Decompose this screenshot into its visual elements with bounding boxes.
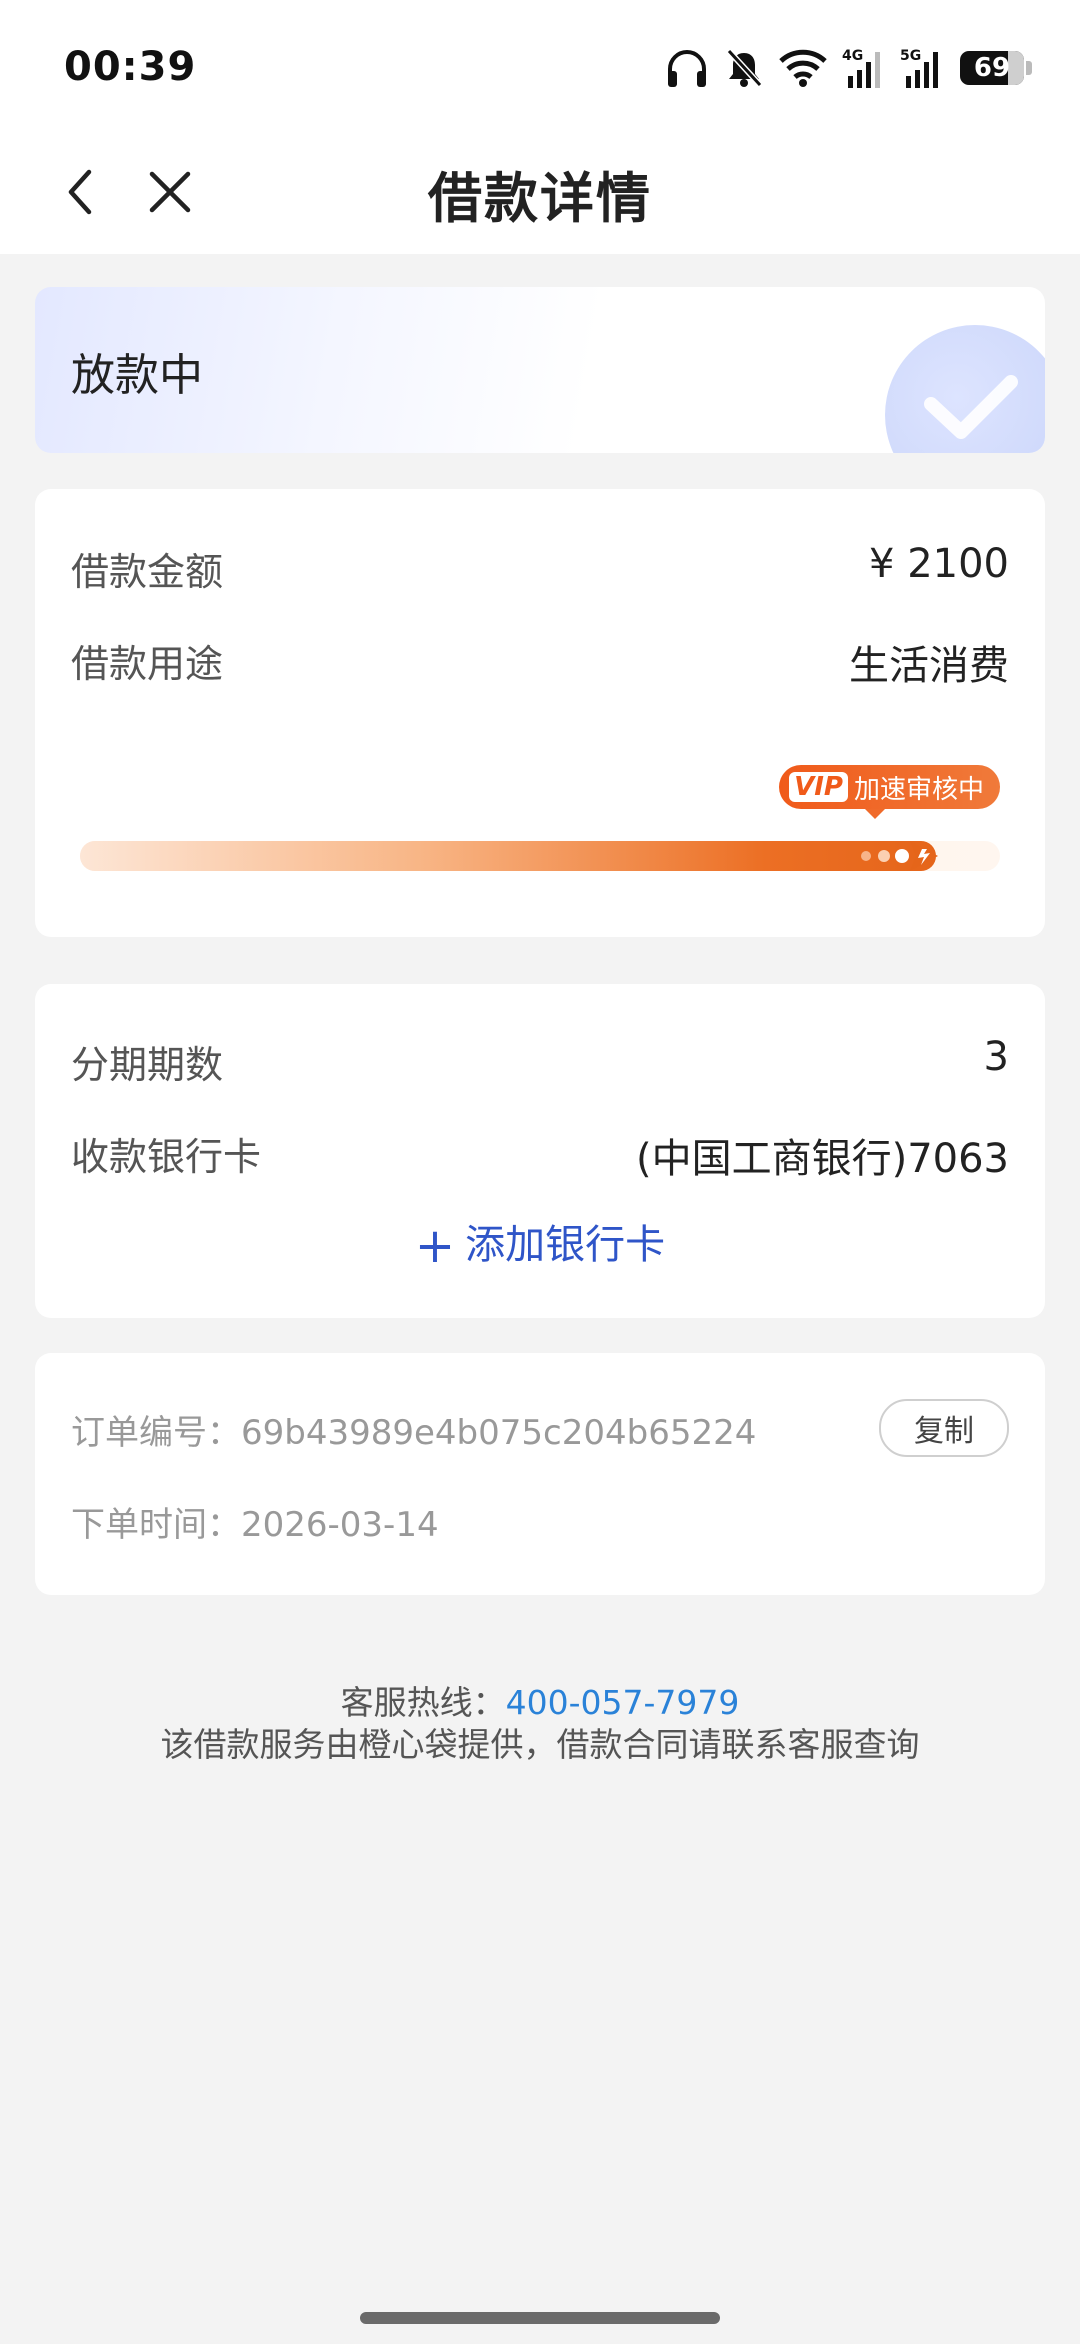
wifi-icon [779, 49, 827, 87]
loan-info-card: 借款金额 ¥ 2100 借款用途 生活消费 VIP 加速审核中 [35, 489, 1045, 937]
service-notice: 该借款服务由橙心袋提供，借款合同请联系客服查询 [160, 1725, 920, 1764]
loan-status-card: 放款中 [35, 287, 1045, 453]
svg-text:4G: 4G [842, 48, 863, 64]
add-bank-card-label: 添加银行卡 [465, 1222, 666, 1268]
battery-level: 69 [973, 53, 1011, 83]
vip-label: VIP [789, 772, 848, 802]
loan-status-text: 放款中 [71, 350, 203, 401]
vip-review-badge: VIP 加速审核中 [779, 765, 1000, 819]
status-bar: 00:39 4G 5G 69 [0, 0, 1080, 130]
signal-4g-icon: 4G [842, 48, 880, 88]
copy-button[interactable]: 复制 [879, 1399, 1009, 1457]
amount-label: 借款金额 [71, 550, 224, 594]
bank-card-value: (中国工商银行)7063 [635, 1136, 1009, 1182]
plus-icon: + [414, 1218, 456, 1274]
review-progress-bar [80, 841, 1000, 871]
order-info-card: 订单编号：69b43989e4b075c204b65224 复制 下单时间：20… [35, 1353, 1045, 1595]
bank-card-label: 收款银行卡 [71, 1135, 262, 1179]
hotline-label: 客服热线： [340, 1683, 506, 1722]
order-number-label: 订单编号： [71, 1413, 241, 1453]
status-icons: 4G 5G 69 [664, 44, 1032, 92]
order-time-label: 下单时间： [71, 1505, 241, 1545]
order-time-value: 2026-03-14 [241, 1505, 439, 1545]
hotline-number-link[interactable]: 400-057-7979 [506, 1683, 740, 1722]
installments-value: 3 [983, 1034, 1009, 1080]
hotline-row: 客服热线：400-057-7979 [0, 1682, 1080, 1724]
page-title: 借款详情 [428, 167, 652, 230]
headphones-icon [668, 50, 706, 87]
installments-label: 分期期数 [71, 1043, 224, 1087]
order-number-value: 69b43989e4b075c204b65224 [241, 1413, 757, 1453]
purpose-label: 借款用途 [71, 642, 224, 686]
battery-icon: 69 [960, 51, 1032, 85]
status-time: 00:39 [64, 44, 197, 90]
rocket-icon [860, 841, 938, 871]
order-time: 下单时间：2026-03-14 [71, 1497, 439, 1546]
check-circle-icon [924, 375, 1018, 439]
review-progress-fill [80, 841, 938, 871]
purpose-value: 生活消费 [849, 643, 1009, 689]
footer: 客服热线：400-057-7979 该借款服务由橙心袋提供，借款合同请联系客服查… [0, 1682, 1080, 1766]
vip-badge-text: 加速审核中 [853, 774, 984, 805]
signal-5g-icon: 5G [900, 48, 938, 88]
add-bank-card-button[interactable]: + 添加银行卡 [35, 1212, 1045, 1274]
bell-muted-icon [726, 48, 763, 88]
home-indicator[interactable] [360, 2312, 720, 2324]
amount-value: ¥ 2100 [869, 541, 1009, 587]
installment-bank-card: 分期期数 3 收款银行卡 (中国工商银行)7063 + 添加银行卡 [35, 984, 1045, 1318]
order-number: 订单编号：69b43989e4b075c204b65224 [71, 1405, 756, 1454]
svg-text:5G: 5G [900, 48, 921, 64]
nav-bar: 借款详情 [0, 130, 1080, 254]
